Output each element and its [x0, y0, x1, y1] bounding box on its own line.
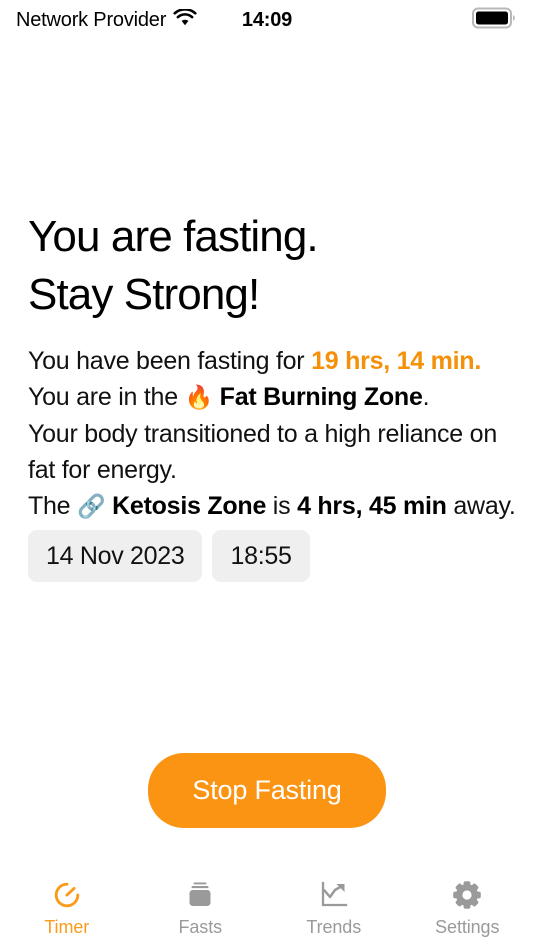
next-zone-prefix: The: [28, 492, 78, 520]
elapsed-prefix: You have been fasting for: [28, 347, 312, 375]
current-zone-line: You are in the 🔥 Fat Burning Zone.: [28, 379, 520, 416]
status-bar-left: Network Provider: [16, 7, 197, 32]
elapsed-duration: 19 hrs, 14 min: [311, 347, 475, 375]
gear-icon: [451, 878, 483, 912]
elapsed-line: You have been fasting for 19 hrs, 14 min…: [28, 343, 520, 379]
tab-timer-label: Timer: [44, 917, 90, 937]
bottom-tab-bar: Timer Fasts Trends Settings: [0, 872, 534, 950]
start-datetime-row: 14 Nov 2023 18:55: [28, 530, 310, 582]
page-title: You are fasting. Stay Strong!: [28, 208, 506, 324]
main-content: You are fasting. Stay Strong! You have b…: [0, 40, 534, 872]
carrier-label: Network Provider: [16, 8, 167, 31]
next-zone-joiner: is: [266, 492, 298, 520]
wifi-icon: [173, 7, 197, 32]
tab-trends-label: Trends: [306, 917, 362, 937]
tab-trends[interactable]: Trends: [267, 878, 401, 938]
headline-line-1: You are fasting.: [28, 212, 319, 261]
next-zone-suffix: away.: [446, 492, 516, 520]
current-zone-suffix: .: [422, 383, 430, 411]
elapsed-suffix: .: [474, 347, 482, 375]
current-zone-prefix: You are in the: [28, 383, 185, 411]
tab-fasts-label: Fasts: [178, 917, 222, 937]
zone-description: Your body transitioned to a high relianc…: [28, 420, 497, 484]
start-date-field[interactable]: 14 Nov 2023: [28, 530, 203, 582]
battery-full-icon: [472, 7, 516, 34]
tab-timer[interactable]: Timer: [0, 878, 134, 938]
next-zone-line: The 🔗 Ketosis Zone is 4 hrs, 45 min away…: [28, 488, 520, 525]
status-bar: Network Provider 14:09: [0, 0, 534, 40]
tab-settings-label: Settings: [435, 917, 500, 937]
headline-line-2: Stay Strong!: [28, 270, 260, 319]
stopwatch-icon: [51, 878, 83, 912]
tab-settings[interactable]: Settings: [401, 878, 534, 938]
link-icon: 🔗: [77, 494, 106, 520]
next-zone-remaining: 4 hrs, 45 min: [297, 492, 447, 520]
app-screen: Network Provider 14:09 You are fasting. …: [0, 0, 534, 950]
status-bar-right: [472, 7, 516, 34]
stop-fasting-button[interactable]: Stop Fasting: [148, 753, 386, 828]
stack-icon: [184, 878, 216, 912]
fasting-status-text: You have been fasting for 19 hrs, 14 min…: [28, 343, 520, 525]
start-time-field[interactable]: 18:55: [212, 530, 310, 582]
primary-action-row: Stop Fasting: [0, 753, 534, 828]
tab-fasts[interactable]: Fasts: [134, 878, 268, 938]
line-chart-icon: [318, 878, 350, 912]
fire-icon: 🔥: [184, 385, 214, 411]
next-zone-name: Ketosis Zone: [112, 492, 267, 520]
current-zone-name: Fat Burning Zone: [219, 383, 423, 411]
